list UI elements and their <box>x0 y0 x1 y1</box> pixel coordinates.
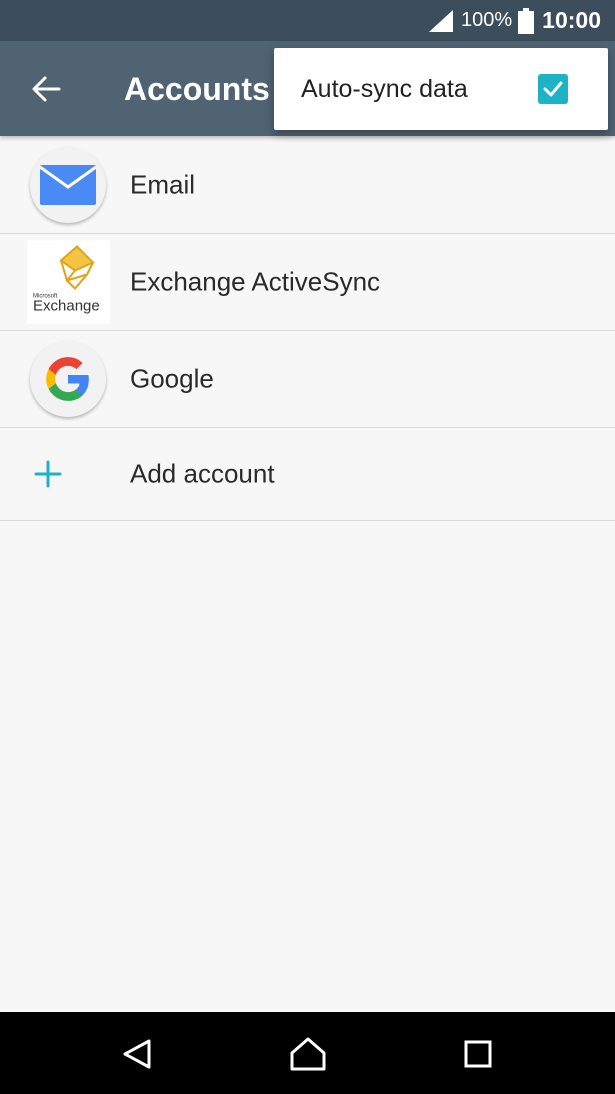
plus-icon <box>20 446 76 502</box>
auto-sync-checkbox[interactable] <box>538 74 568 104</box>
add-account-row[interactable]: Add account <box>0 428 615 521</box>
exchange-logo-text: Exchange <box>33 298 100 315</box>
home-nav-icon <box>290 1037 326 1071</box>
home-nav-button[interactable] <box>286 1032 330 1076</box>
overflow-popup-menu: Auto-sync data <box>274 48 608 130</box>
account-row-email[interactable]: Email <box>0 137 615 234</box>
signal-icon <box>429 9 454 32</box>
checkmark-icon <box>543 81 563 97</box>
status-indicators: 100% 10:00 <box>429 0 601 41</box>
account-label: Email <box>130 169 196 200</box>
email-icon <box>30 147 106 223</box>
battery-icon <box>518 7 535 34</box>
back-arrow-icon <box>32 76 61 102</box>
battery-percent: 100% <box>461 9 513 31</box>
google-icon <box>30 341 106 417</box>
account-row-exchange[interactable]: Microsoft Exchange Exchange ActiveSync <box>0 234 615 331</box>
exchange-icon: Microsoft Exchange <box>27 240 110 324</box>
page-title: Accounts <box>124 71 270 107</box>
auto-sync-label[interactable]: Auto-sync data <box>301 75 468 104</box>
account-label: Google <box>130 363 214 394</box>
recents-nav-button[interactable] <box>456 1032 500 1076</box>
status-bar: 100% 10:00 <box>0 0 615 41</box>
clock: 10:00 <box>542 7 601 33</box>
back-button[interactable] <box>20 63 72 115</box>
add-account-label: Add account <box>130 458 275 489</box>
account-row-google[interactable]: Google <box>0 331 615 428</box>
account-label: Exchange ActiveSync <box>130 266 381 297</box>
recents-nav-icon <box>464 1040 492 1068</box>
back-nav-button[interactable] <box>115 1032 159 1076</box>
back-nav-icon <box>123 1039 151 1069</box>
accounts-list: Email Microsoft Exchange Exchange Active… <box>0 137 615 521</box>
system-nav-bar <box>0 1012 615 1094</box>
